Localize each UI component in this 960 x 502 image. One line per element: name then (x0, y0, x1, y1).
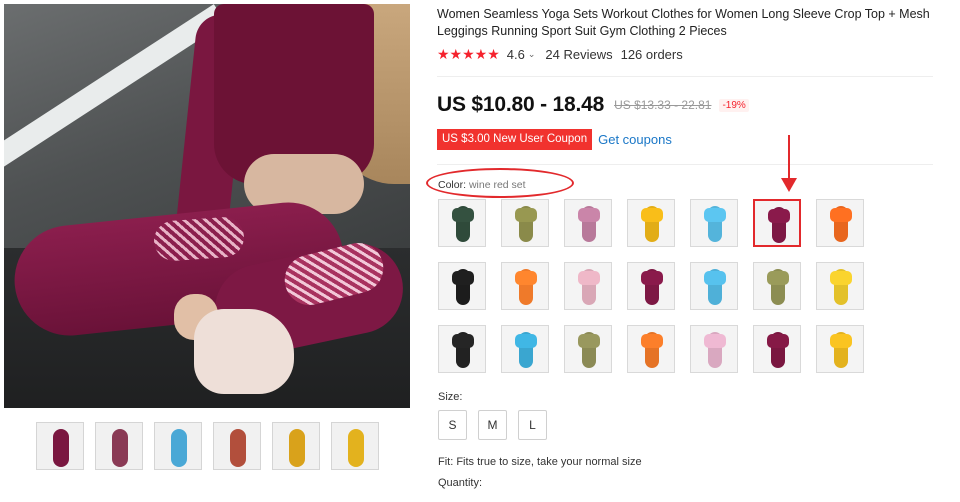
annotation-arrow-down-icon (781, 178, 797, 192)
gallery-thumbnail[interactable] (95, 422, 143, 470)
swatch-top (830, 208, 852, 222)
swatch-top (704, 271, 726, 285)
swatch-top (515, 208, 537, 222)
chevron-down-icon[interactable]: ⌄ (528, 49, 536, 60)
thumbnail-figure (348, 429, 364, 467)
color-swatch-black-top[interactable] (438, 325, 486, 373)
color-swatch-wine-red[interactable] (753, 199, 801, 247)
swatch-top (578, 271, 600, 285)
size-l-button[interactable]: L (518, 410, 547, 440)
swatch-top (767, 334, 789, 348)
gallery-thumbnail[interactable] (213, 422, 261, 470)
swatch-top (768, 209, 790, 223)
gallery-thumbnail[interactable] (331, 422, 379, 470)
color-swatch-pink-leggings[interactable] (564, 262, 612, 310)
original-price: US $13.33 - 22.81 (614, 98, 712, 112)
color-swatch-yellow-leggings[interactable] (816, 262, 864, 310)
price-row: US $10.80 - 18.48 US $13.33 - 22.81 -19% (437, 93, 749, 117)
reviews-link[interactable]: 24 Reviews (545, 47, 612, 62)
current-price: US $10.80 - 18.48 (437, 93, 605, 116)
annotation-arrow-shaft (788, 135, 790, 181)
thumbnail-figure (112, 429, 128, 467)
color-swatch-wine-leggings[interactable] (627, 262, 675, 310)
swatch-top (515, 334, 537, 348)
gallery-thumbnail[interactable] (272, 422, 320, 470)
orders-count: 126 orders (620, 47, 683, 62)
fit-note: Fit: Fits true to size, take your normal… (438, 456, 642, 468)
color-swatch-olive[interactable] (501, 199, 549, 247)
rating-row: ★★★★★ 4.6 ⌄ 24 Reviews 126 orders (437, 46, 683, 63)
swatch-top (578, 334, 600, 348)
swatch-top (641, 334, 663, 348)
thumbnail-figure (230, 429, 246, 467)
color-swatch-pink-top[interactable] (690, 325, 738, 373)
color-swatch-wine-top[interactable] (753, 325, 801, 373)
swatch-top (830, 334, 852, 348)
divider (437, 164, 933, 165)
swatch-top (830, 271, 852, 285)
main-product-image[interactable] (4, 4, 410, 408)
swatch-top (641, 271, 663, 285)
size-options: S M L (438, 410, 547, 440)
swatch-top (515, 271, 537, 285)
color-swatch-blue-top[interactable] (501, 325, 549, 373)
size-s-button[interactable]: S (438, 410, 467, 440)
quantity-label: Quantity: (438, 477, 483, 489)
model-sneaker (194, 309, 294, 394)
swatch-top (767, 271, 789, 285)
color-swatch-orange[interactable] (816, 199, 864, 247)
size-m-button[interactable]: M (478, 410, 507, 440)
swatch-top (452, 271, 474, 285)
swatch-top (704, 334, 726, 348)
gallery-thumbnail[interactable] (154, 422, 202, 470)
color-swatch-light-blue[interactable] (690, 199, 738, 247)
divider (437, 76, 933, 77)
swatch-top (452, 334, 474, 348)
color-swatch-yellow-top[interactable] (816, 325, 864, 373)
swatch-top (641, 208, 663, 222)
product-title: Women Seamless Yoga Sets Workout Clothes… (437, 7, 930, 38)
color-swatch-olive-top[interactable] (564, 325, 612, 373)
color-swatch-olive-leggings[interactable] (753, 262, 801, 310)
mesh-panel (152, 215, 246, 263)
color-swatch-blue-leggings[interactable] (690, 262, 738, 310)
color-swatch-orange-top[interactable] (627, 325, 675, 373)
rating-stars-icon: ★★★★★ (437, 46, 500, 62)
gallery-thumbnails (36, 422, 379, 470)
get-coupons-link[interactable]: Get coupons (598, 132, 672, 147)
discount-badge: -19% (719, 98, 749, 112)
rating-value[interactable]: 4.6 (507, 47, 525, 62)
color-swatch-pink-purple[interactable] (564, 199, 612, 247)
thumbnail-figure (53, 429, 69, 467)
size-label: Size: (438, 391, 463, 403)
color-swatch-orange-leggings[interactable] (501, 262, 549, 310)
color-swatch-black-leggings[interactable] (438, 262, 486, 310)
coupon-row: US $3.00 New User Coupon Get coupons (437, 129, 672, 150)
annotation-ellipse (426, 168, 574, 198)
new-user-coupon-badge[interactable]: US $3.00 New User Coupon (437, 129, 593, 150)
gallery-thumbnail[interactable] (36, 422, 84, 470)
color-swatch-green-black[interactable] (438, 199, 486, 247)
swatch-top (578, 208, 600, 222)
thumbnail-figure (289, 429, 305, 467)
swatch-top (452, 208, 474, 222)
thumbnail-figure (171, 429, 187, 467)
color-swatch-yellow[interactable] (627, 199, 675, 247)
swatch-top (704, 208, 726, 222)
